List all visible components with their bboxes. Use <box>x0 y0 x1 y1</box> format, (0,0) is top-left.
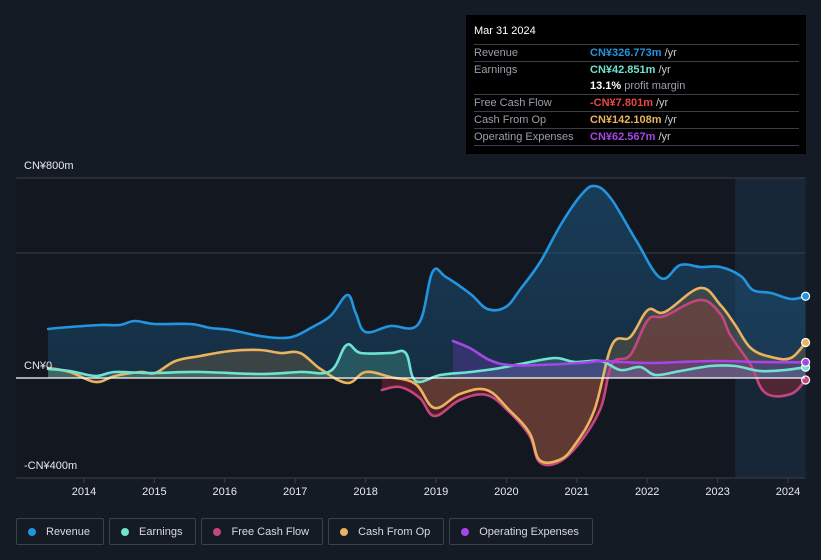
tooltip-unit: /yr <box>658 131 671 143</box>
tooltip-row-operating-expenses: Operating Expenses CN¥62.567m /yr <box>474 128 799 146</box>
data-tooltip: Mar 31 2024 Revenue CN¥326.773m /yr Earn… <box>466 15 806 154</box>
legend-dot-icon <box>213 527 222 536</box>
tooltip-unit: /yr <box>664 114 677 126</box>
x-tick-label: 2021 <box>565 486 589 498</box>
legend-item-free-cash-flow[interactable]: Free Cash Flow <box>201 518 324 545</box>
tooltip-label: Free Cash Flow <box>474 97 552 109</box>
endpoint-free-cash-flow <box>800 375 811 385</box>
legend-label: Free Cash Flow <box>231 525 310 538</box>
legend-item-operating-expenses[interactable]: Operating Expenses <box>449 518 593 545</box>
tooltip-value: CN¥326.773m <box>590 47 662 59</box>
tooltip-date: Mar 31 2024 <box>474 25 536 37</box>
tooltip-label: Operating Expenses <box>474 131 574 143</box>
endpoint-cash-from-op <box>800 337 811 348</box>
legend-dot-icon <box>340 527 349 536</box>
tooltip-unit: /yr <box>655 97 669 109</box>
tooltip-label: Revenue <box>474 47 519 59</box>
tooltip-unit: profit margin <box>624 80 686 92</box>
tooltip-row-profit-margin: 13.1% profit margin <box>474 78 799 94</box>
tooltip-value: CN¥42.851m <box>590 64 656 76</box>
legend-label: Operating Expenses <box>479 525 579 538</box>
tooltip-value: CN¥142.108m <box>590 114 662 126</box>
x-tick-label: 2017 <box>283 486 307 498</box>
tooltip-value: -CN¥7.801m <box>590 97 653 109</box>
tooltip-unit: /yr <box>658 64 671 76</box>
x-tick-label: 2015 <box>142 486 166 498</box>
tooltip-label: Earnings <box>474 64 518 76</box>
tooltip-label: Cash From Op <box>474 114 547 126</box>
tooltip-value: 13.1% <box>590 80 622 92</box>
legend-label: Cash From Op <box>358 525 431 538</box>
tooltip-value: CN¥62.567m <box>590 131 656 143</box>
tooltip-row-revenue: Revenue CN¥326.773m /yr <box>474 44 799 61</box>
tooltip-row-cash-from-op: Cash From Op CN¥142.108m /yr <box>474 111 799 128</box>
chart-legend: Revenue Earnings Free Cash Flow Cash Fro… <box>16 518 593 545</box>
x-tick-label: 2019 <box>424 486 448 498</box>
x-tick-label: 2016 <box>213 486 237 498</box>
tooltip-unit: /yr <box>664 47 677 59</box>
legend-dot-icon <box>461 527 470 536</box>
tooltip-row-earnings: Earnings CN¥42.851m /yr <box>474 61 799 78</box>
x-tick-label: 2023 <box>705 486 729 498</box>
legend-item-cash-from-op[interactable]: Cash From Op <box>328 518 445 545</box>
y-tick-label-zero: CN¥0 <box>24 360 53 372</box>
tooltip-row-free-cash-flow: Free Cash Flow -CN¥7.801m /yr <box>474 94 799 111</box>
x-tick-label: 2018 <box>353 486 377 498</box>
legend-item-earnings[interactable]: Earnings <box>109 518 197 545</box>
endpoint-revenue <box>800 291 811 301</box>
x-tick-label: 2014 <box>72 486 96 498</box>
endpoint-operating-expenses <box>800 357 811 367</box>
y-tick-label-top: CN¥800m <box>24 160 74 172</box>
legend-dot-icon <box>121 527 130 536</box>
tooltip-label <box>474 78 590 94</box>
legend-label: Revenue <box>46 525 91 538</box>
legend-label: Earnings <box>139 525 183 538</box>
x-tick-label: 2022 <box>635 486 659 498</box>
legend-dot-icon <box>28 527 36 536</box>
legend-item-revenue[interactable]: Revenue <box>16 518 105 545</box>
x-tick-label: 2024 <box>776 486 800 498</box>
y-tick-label-bottom: -CN¥400m <box>24 460 78 472</box>
x-tick-label: 2020 <box>494 486 518 498</box>
